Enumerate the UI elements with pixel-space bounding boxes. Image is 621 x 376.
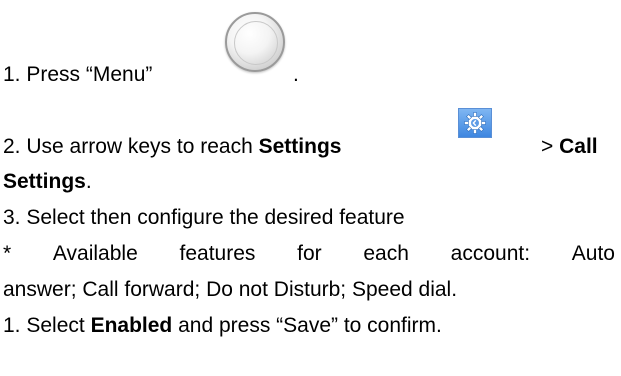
note-features-text: answer; Call forward; Do not Disturb; Sp… [3,278,458,301]
note-word: features [179,242,256,265]
step-3-line: 3. Select then configure the desired fea… [3,205,405,231]
step-1-text: 1. Press “Menu” [3,63,153,86]
note-line-2: answer; Call forward; Do not Disturb; Sp… [3,277,457,303]
note-word: each [363,242,409,265]
menu-round-key-icon [225,12,285,72]
step-3-text: 3. Select then configure the desired fea… [3,206,405,229]
gear-icon [464,112,486,134]
step-1-line: 1. Press “Menu” [3,62,152,88]
note-word: * [3,242,12,265]
call-settings-label: Settings [3,170,86,193]
note-line-1: * Available features for each account: A… [3,241,615,267]
step-4-line: 1. Select Enabled and press “Save” to co… [3,314,442,337]
call-label: Call [559,135,598,158]
step-2-call-part: > Call [541,134,598,160]
step-1-trailing-period: . [293,63,299,86]
enabled-label: Enabled [90,314,173,337]
step-2-text: 2. Use arrow keys to reach [3,135,253,158]
settings-gear-icon [458,108,492,138]
note-word: account: [450,242,531,265]
breadcrumb-separator: > [541,135,554,158]
step-2-line: 2. Use arrow keys to reach Settings [3,134,341,160]
note-word: for [297,242,322,265]
note-word: Auto [571,242,615,265]
settings-label: Settings [258,135,342,158]
step-2-continuation: Settings. [3,170,92,193]
note-word: Available [52,242,138,265]
